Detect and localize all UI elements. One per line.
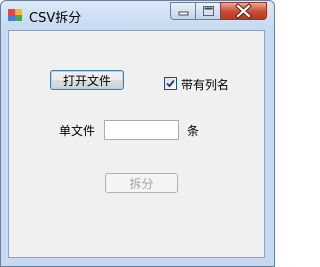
- single-file-count-input[interactable]: [104, 120, 179, 140]
- minimize-button[interactable]: [170, 2, 196, 20]
- title-bar[interactable]: CSV拆分: [1, 1, 274, 29]
- checkmark-icon: [166, 79, 175, 88]
- single-file-label: 单文件: [59, 124, 96, 138]
- maximize-button[interactable]: [195, 2, 221, 20]
- close-icon: [235, 3, 252, 19]
- app-window: CSV拆分 打开文件 带有列名 单文件 条 拆分: [0, 0, 275, 267]
- close-button[interactable]: [220, 2, 267, 20]
- open-file-button[interactable]: 打开文件: [50, 70, 124, 90]
- split-button[interactable]: 拆分: [105, 173, 178, 193]
- has-header-label[interactable]: 带有列名: [181, 76, 229, 93]
- window-title: CSV拆分: [29, 11, 82, 26]
- maximize-icon: [203, 6, 214, 16]
- app-icon: [8, 9, 22, 21]
- has-header-checkbox[interactable]: [164, 77, 177, 90]
- minimize-icon: [178, 11, 189, 16]
- unit-label: 条: [187, 124, 200, 138]
- form-client-area: 打开文件 带有列名 单文件 条 拆分: [8, 30, 265, 258]
- caption-buttons: [170, 2, 267, 21]
